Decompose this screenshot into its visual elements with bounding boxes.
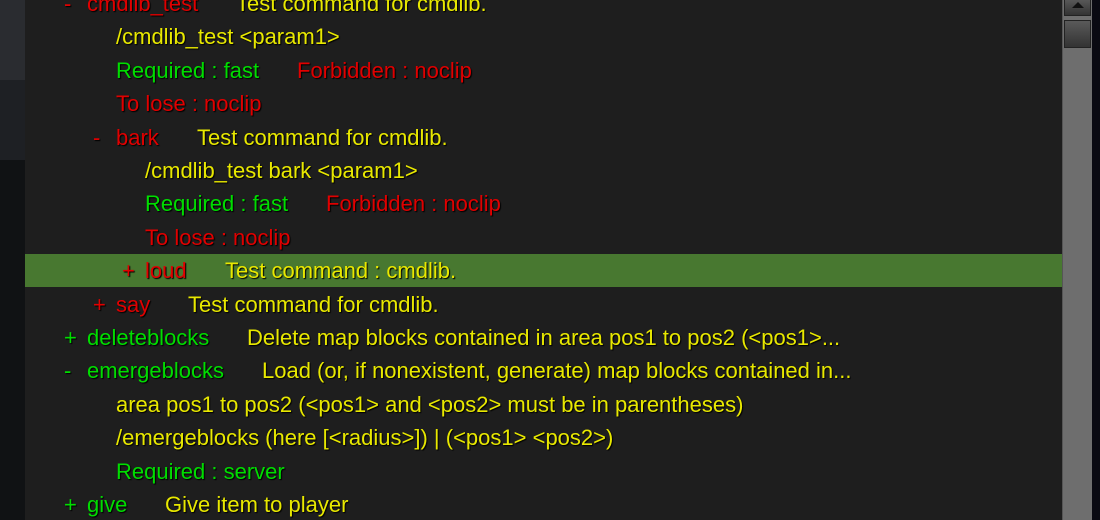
detail-text: Required : server bbox=[116, 458, 285, 484]
detail-text: area pos1 to pos2 (<pos1> and <pos2> mus… bbox=[116, 391, 744, 417]
scrollbar[interactable] bbox=[1062, 0, 1092, 520]
expand-toggle[interactable]: + bbox=[122, 254, 135, 287]
background-edge bbox=[1092, 0, 1100, 520]
tree-item-bark[interactable]: - bark Test command for cmdlib. bbox=[25, 121, 1062, 154]
detail-text: /cmdlib_test <param1> bbox=[116, 24, 340, 50]
detail-text: To lose : noclip bbox=[145, 224, 291, 250]
detail-text: /emergeblocks (here [<radius>]) | (<pos1… bbox=[116, 425, 614, 451]
expand-toggle[interactable]: - bbox=[93, 121, 100, 154]
expand-toggle[interactable]: - bbox=[64, 0, 71, 20]
expand-toggle[interactable]: + bbox=[93, 288, 106, 321]
command-tree-list[interactable]: - cmdlib_test Test command for cmdlib./cmd… bbox=[25, 0, 1062, 520]
command-name: say bbox=[116, 291, 151, 317]
tree-detail-line: /cmdlib_test <param1> bbox=[25, 20, 1062, 53]
tree-detail-line: Required : fast Forbidden : noclip bbox=[25, 54, 1062, 87]
detail-text: Required : fast bbox=[116, 57, 260, 83]
tree-detail-line: /emergeblocks (here [<radius>]) | (<pos1… bbox=[25, 421, 1062, 454]
command-description: Give item to player bbox=[165, 492, 349, 517]
detail-text: /cmdlib_test bark <param1> bbox=[145, 158, 418, 183]
scrollbar-thumb[interactable] bbox=[1064, 20, 1091, 48]
command-description: Test command for cmdlib. bbox=[188, 291, 439, 317]
command-description: Delete map blocks contained in area pos1… bbox=[247, 325, 841, 350]
tree-item-emergeblocks[interactable]: - emergeblocks Load (or, if nonexistent, g… bbox=[25, 354, 1062, 387]
tree-item-cmdlib_test[interactable]: - cmdlib_test Test command for cmdlib. bbox=[25, 0, 1062, 20]
expand-toggle[interactable]: + bbox=[64, 321, 77, 354]
tree-detail-line: To lose : noclip bbox=[25, 87, 1062, 120]
tree-detail-line: /cmdlib_test bark <param1> bbox=[25, 154, 1062, 187]
expand-toggle[interactable]: + bbox=[64, 488, 77, 520]
command-name: give bbox=[87, 492, 128, 517]
triangle-up-icon bbox=[1072, 2, 1084, 8]
scroll-up-button[interactable] bbox=[1064, 0, 1091, 16]
detail-text: To lose : noclip bbox=[116, 91, 262, 117]
tree-detail-line: To lose : noclip bbox=[25, 221, 1062, 254]
tree-detail-line: Required : server bbox=[25, 455, 1062, 488]
command-name: emergeblocks bbox=[87, 358, 224, 384]
tree-detail-line: area pos1 to pos2 (<pos1> and <pos2> mus… bbox=[25, 388, 1062, 421]
detail-text-2: Forbidden : noclip bbox=[326, 191, 501, 217]
command-description: Load (or, if nonexistent, generate) map … bbox=[262, 358, 852, 384]
detail-text: Required : fast bbox=[145, 191, 289, 217]
tree-item-give[interactable]: + give Give item to player bbox=[25, 488, 1062, 520]
tree-item-deleteblocks[interactable]: + deleteblocks Delete map blocks contained… bbox=[25, 321, 1062, 354]
expand-toggle[interactable]: - bbox=[64, 354, 71, 387]
tree-item-say[interactable]: + say Test command for cmdlib. bbox=[25, 288, 1062, 321]
command-description: Test command : cmdlib. bbox=[225, 258, 457, 284]
command-name: loud bbox=[145, 258, 187, 284]
detail-text-2: Forbidden : noclip bbox=[297, 57, 472, 83]
tree-detail-line: Required : fast Forbidden : noclip bbox=[25, 187, 1062, 220]
command-description: Test command for cmdlib. bbox=[197, 124, 448, 150]
tree-item-loud[interactable]: + loud Test command : cmdlib. bbox=[25, 254, 1062, 288]
command-name: deleteblocks bbox=[87, 325, 210, 350]
command-name: bark bbox=[116, 124, 159, 150]
command-name: cmdlib_test bbox=[87, 0, 199, 16]
background bbox=[0, 0, 25, 520]
command-description: Test command for cmdlib. bbox=[236, 0, 487, 16]
